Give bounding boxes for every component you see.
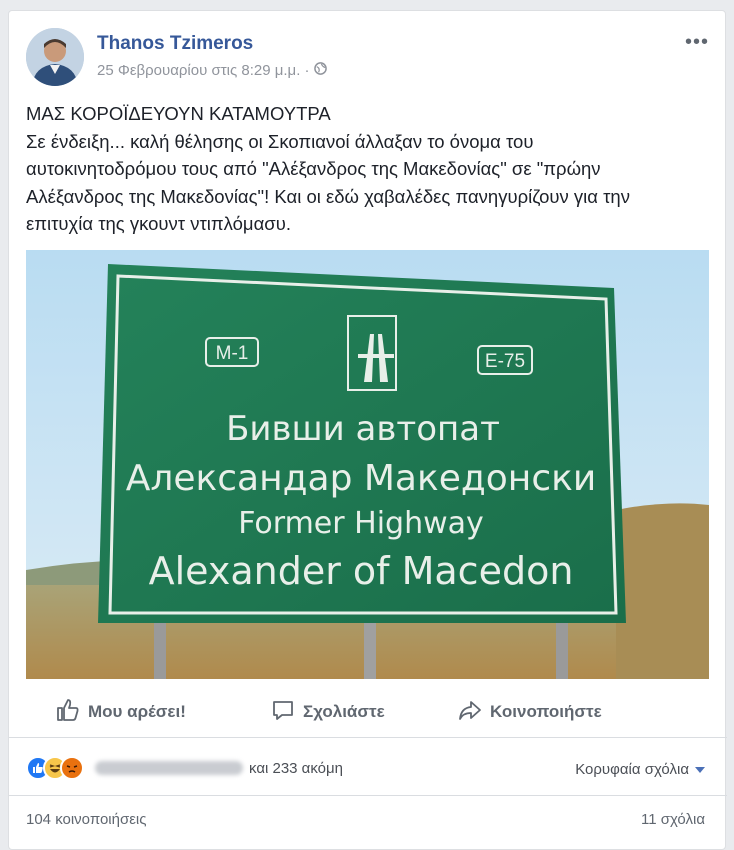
- shares-count[interactable]: 104 κοινοποιήσεις: [26, 811, 146, 828]
- post-meta: 25 Φεβρουαρίου στις 8:29 μ.μ. ·: [97, 62, 327, 79]
- sign-code-left: M-1: [216, 343, 249, 364]
- post-text-line: Σε ένδειξη... καλή θέλησης οι Σκοπιανοί …: [26, 130, 534, 152]
- post-text-line: αυτοκινητοδρόμου τους από "Αλέξανδρος τη…: [26, 158, 601, 179]
- post-text-line: επιτυχία της γκουντ ντιπλόμασυ.: [26, 213, 291, 234]
- more-options-icon[interactable]: •••: [685, 31, 709, 54]
- sign-line-2: Александар Македонски: [126, 458, 597, 499]
- share-arrow-icon: [458, 698, 482, 727]
- angry-reaction-icon: [60, 756, 84, 780]
- share-button[interactable]: Κοινοποιήστε: [458, 698, 602, 727]
- globe-icon[interactable]: [313, 62, 327, 79]
- avatar[interactable]: [26, 28, 84, 86]
- caret-down-icon: [695, 761, 705, 778]
- post-text-line: ΜΑΣ ΚΟΡΟΪΔΕΥΟΥΝ ΚΑΤΑΜΟΥΤΡΑ: [26, 103, 331, 124]
- like-label: Μου αρέσει!: [88, 702, 186, 721]
- share-label: Κοινοποιήστε: [490, 702, 602, 721]
- divider: [9, 737, 727, 738]
- thumbs-up-icon: [56, 698, 80, 727]
- post-photo[interactable]: M-1 E-75 Бивши автопат Александар Македо…: [26, 250, 709, 679]
- top-comments-dropdown[interactable]: Κορυφαία σχόλια: [575, 761, 705, 778]
- like-button[interactable]: Μου αρέσει!: [56, 698, 186, 727]
- divider: [9, 795, 727, 796]
- sign-line-3: Former Highway: [238, 506, 484, 541]
- sign-code-right: E-75: [485, 351, 525, 372]
- sign-line-1: Бивши автопат: [226, 409, 500, 449]
- post-text: ΜΑΣ ΚΟΡΟΪΔΕΥΟΥΝ ΚΑΤΑΜΟΥΤΡΑ Σε ένδειξη...…: [26, 100, 706, 238]
- post-text-line: Αλέξανδρος της Μακεδονίας"! Και οι εδώ χ…: [26, 185, 630, 207]
- blurred-name: [95, 761, 243, 775]
- reactions-others[interactable]: και 233 ακόμη: [249, 760, 343, 777]
- comments-count[interactable]: 11 σχόλια: [641, 811, 705, 828]
- reactions-summary[interactable]: και 233 ακόμη: [26, 756, 343, 780]
- comment-label: Σχολιάστε: [303, 702, 385, 721]
- author-name[interactable]: Thanos Tzimeros: [97, 33, 253, 55]
- post-date[interactable]: 25 Φεβρουαρίου στις 8:29 μ.μ. ·: [97, 62, 310, 79]
- action-bar: Μου αρέσει! Σχολιάστε Κοινοποιήστε: [26, 692, 709, 732]
- speech-bubble-icon: [271, 698, 295, 727]
- top-comments-label: Κορυφαία σχόλια: [575, 761, 689, 778]
- sign-line-4: Alexander of Macedon: [149, 549, 574, 593]
- comment-button[interactable]: Σχολιάστε: [271, 698, 385, 727]
- post-card: Thanos Tzimeros 25 Φεβρουαρίου στις 8:29…: [8, 10, 727, 850]
